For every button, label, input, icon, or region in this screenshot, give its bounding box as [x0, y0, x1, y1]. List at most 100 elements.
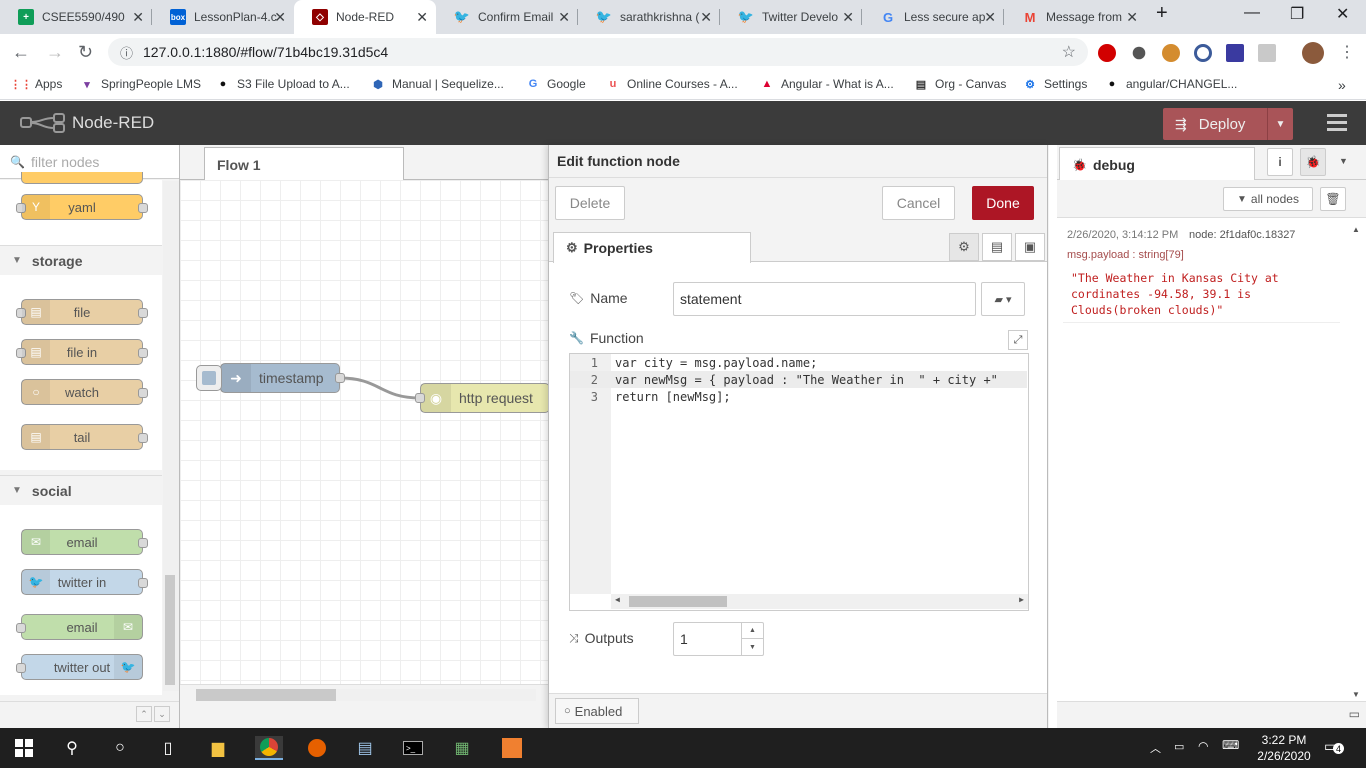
input-port[interactable]: [415, 393, 425, 403]
menu-icon[interactable]: [1327, 114, 1347, 135]
info-icon[interactable]: i: [1267, 148, 1293, 176]
collapse-all-icon[interactable]: ⌃: [136, 706, 152, 722]
message-node[interactable]: node: 2f1daf0c.18327: [1189, 229, 1295, 241]
workspace-hscrollbar-thumb[interactable]: [196, 689, 336, 701]
palette-category-storage[interactable]: ▼ storage: [0, 245, 162, 275]
expand-editor-icon[interactable]: ⤢: [1008, 330, 1028, 350]
palette-node-email-in[interactable]: ✉ email: [21, 529, 148, 555]
delete-button[interactable]: Delete: [555, 186, 625, 220]
inject-button[interactable]: [196, 365, 222, 391]
name-input[interactable]: statement: [673, 282, 976, 316]
expand-all-icon[interactable]: ⌄: [154, 706, 170, 722]
name-options-button[interactable]: ▰ ▾: [981, 282, 1025, 316]
bug-icon[interactable]: 🐞: [1300, 148, 1326, 176]
palette-node-tail[interactable]: ▤ tail: [21, 424, 148, 450]
description-icon[interactable]: ▤: [982, 233, 1012, 261]
monitor-icon[interactable]: ▭: [1349, 707, 1360, 721]
tray-chevron-up-icon[interactable]: ︿: [1150, 740, 1161, 756]
palette-node-twitter-out[interactable]: twitter out 🐦: [16, 654, 143, 680]
browser-tab-active[interactable]: ◇ Node-RED ✕: [294, 0, 436, 34]
palette-node-email-out[interactable]: email ✉: [16, 614, 143, 640]
tab-flow-1[interactable]: Flow 1: [204, 147, 404, 181]
browser-tab[interactable]: + CSEE5590/490 ✕: [0, 0, 152, 34]
browser-tab[interactable]: box LessonPlan-4.c ✕: [152, 0, 294, 34]
editor-hscrollbar-thumb[interactable]: [629, 596, 727, 607]
terminal-icon[interactable]: >_: [401, 736, 425, 760]
palette-node[interactable]: [21, 172, 143, 184]
window-close-icon[interactable]: ✕: [1336, 4, 1349, 24]
palette-node-yaml[interactable]: Y yaml: [16, 194, 148, 220]
browser-tab[interactable]: M Message from ✕: [1004, 0, 1146, 34]
extension-icon[interactable]: [1132, 46, 1146, 60]
close-icon[interactable]: ✕: [700, 9, 712, 26]
bookmark-item[interactable]: ● S3 File Upload to A...: [216, 77, 350, 91]
outputs-stepper[interactable]: 1 ▲ ▼: [673, 622, 764, 656]
minimize-icon[interactable]: —: [1244, 4, 1260, 22]
search-icon[interactable]: ⚲: [60, 736, 84, 760]
system-clock[interactable]: 3:22 PM 2/26/2020: [1252, 732, 1316, 764]
palette-scrollbar-thumb[interactable]: [165, 575, 175, 685]
bookmark-item[interactable]: ▲ Angular - What is A...: [760, 77, 894, 91]
close-icon[interactable]: ✕: [1126, 9, 1138, 26]
chevron-down-icon[interactable]: ▼: [1339, 156, 1348, 166]
firefox-icon[interactable]: [305, 736, 329, 760]
done-button[interactable]: Done: [972, 186, 1034, 220]
close-icon[interactable]: ✕: [416, 9, 428, 26]
restore-icon[interactable]: ❐: [1290, 4, 1304, 24]
deploy-dropdown-icon[interactable]: ▼: [1267, 108, 1293, 140]
tab-properties[interactable]: ⚙ Properties: [553, 232, 751, 263]
filter-all-nodes-button[interactable]: ▼ all nodes: [1223, 187, 1313, 211]
close-icon[interactable]: ✕: [842, 9, 854, 26]
scroll-down-icon[interactable]: ▼: [1352, 690, 1360, 699]
settings-icon[interactable]: ⚙: [949, 233, 979, 261]
deploy-button[interactable]: ⇶ Deploy ▼: [1163, 108, 1293, 140]
back-arrow-icon[interactable]: ←: [12, 42, 30, 63]
battery-icon[interactable]: ▭: [1174, 740, 1184, 753]
address-bar[interactable]: ⓘ 127.0.0.1:1880/#flow/71b4bc19.31d5c4 ☆: [108, 38, 1088, 66]
windows-start-icon[interactable]: [12, 736, 36, 760]
forward-arrow-icon[interactable]: →: [46, 42, 64, 63]
z-extension-icon[interactable]: [1226, 44, 1244, 62]
palette-category-social[interactable]: ▼ social: [0, 475, 162, 505]
tab-debug[interactable]: 🐞 debug: [1059, 147, 1255, 181]
close-icon[interactable]: ✕: [984, 9, 996, 26]
more-bookmarks-icon[interactable]: »: [1338, 77, 1346, 93]
close-icon[interactable]: ✕: [132, 9, 144, 26]
browser-tab[interactable]: 🐦 sarathkrishna ( ✕: [578, 0, 720, 34]
palette-node-twitter-in[interactable]: 🐦 twitter in: [21, 569, 148, 595]
palette-node-file-in[interactable]: ▤ file in: [16, 339, 148, 365]
scroll-up-icon[interactable]: ▲: [1352, 225, 1360, 234]
cortana-icon[interactable]: ○: [108, 736, 132, 760]
bookmark-item[interactable]: G Google: [526, 77, 586, 91]
appearance-icon[interactable]: ▣: [1015, 233, 1045, 261]
scroll-left-icon[interactable]: ◀: [615, 595, 620, 604]
enabled-toggle[interactable]: ○ Enabled: [555, 698, 639, 724]
star-icon[interactable]: ☆: [1062, 42, 1076, 62]
debug-scrollbar[interactable]: ▲ ▼: [1348, 223, 1364, 701]
browser-tab[interactable]: 🐦 Confirm Email ✕: [436, 0, 578, 34]
file-explorer-icon[interactable]: ▆: [206, 736, 230, 760]
message-value[interactable]: "The Weather in Kansas City at cordinate…: [1071, 270, 1331, 318]
increment-icon[interactable]: ▲: [741, 623, 763, 639]
app-icon[interactable]: [500, 736, 524, 760]
chrome-icon[interactable]: [255, 736, 283, 760]
flow-node-timestamp[interactable]: ➜ timestamp: [220, 363, 340, 393]
close-icon[interactable]: ✕: [558, 9, 570, 26]
cancel-button[interactable]: Cancel: [882, 186, 955, 220]
opera-extension-icon[interactable]: [1098, 44, 1116, 62]
decrement-icon[interactable]: ▼: [741, 639, 763, 655]
keyboard-icon[interactable]: ⌨: [1222, 738, 1239, 752]
close-icon[interactable]: ✕: [274, 9, 286, 26]
flow-canvas[interactable]: ➜ timestamp ◉ http request: [180, 180, 550, 684]
output-port[interactable]: [335, 373, 345, 383]
browser-tab[interactable]: 🐦 Twitter Develo ✕: [720, 0, 862, 34]
new-tab-icon[interactable]: +: [1156, 2, 1168, 25]
more-vert-icon[interactable]: ⋮: [1339, 42, 1355, 62]
bookmark-item[interactable]: ⬢ Manual | Sequelize...: [371, 77, 504, 91]
trash-icon[interactable]: 🗑: [1320, 187, 1346, 211]
palette-node-watch[interactable]: ○ watch: [21, 379, 148, 405]
remote-desktop-icon[interactable]: ▤: [353, 736, 377, 760]
bookmark-item[interactable]: ⚙ Settings: [1023, 77, 1087, 91]
bookmark-item[interactable]: ▾ SpringPeople LMS: [80, 77, 201, 91]
code-editor[interactable]: 1 var city = msg.payload.name; 2 var new…: [569, 353, 1029, 611]
